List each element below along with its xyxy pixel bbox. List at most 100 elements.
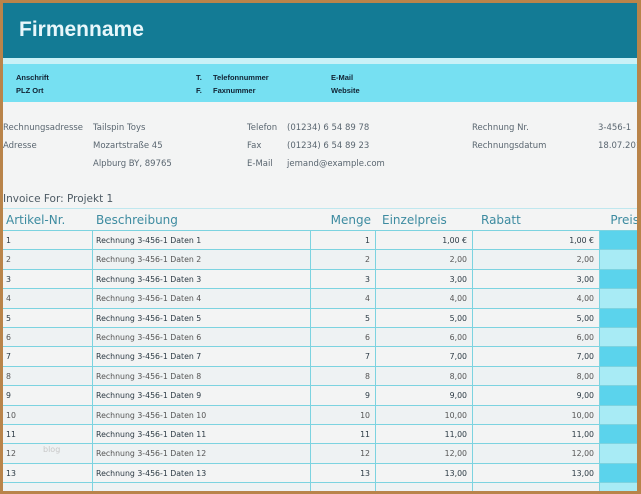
description-cell[interactable]: Rechnung 3-456-1 Daten 8 <box>93 366 311 386</box>
article-cell[interactable]: 7 <box>3 347 93 366</box>
quantity-cell[interactable] <box>311 483 376 491</box>
discount-cell[interactable]: 5,00 <box>473 308 600 327</box>
discount-cell[interactable] <box>473 483 600 491</box>
article-cell[interactable]: 3 <box>3 269 93 289</box>
description-cell[interactable]: Rechnung 3-456-1 Daten 3 <box>93 269 311 289</box>
quantity-cell[interactable]: 6 <box>311 327 376 347</box>
description-cell[interactable]: Rechnung 3-456-1 Daten 5 <box>93 308 311 327</box>
col-header-description[interactable]: Beschreibung <box>93 209 311 230</box>
price-cell[interactable] <box>600 463 637 483</box>
discount-cell[interactable]: 2,00 <box>473 250 600 269</box>
invoice-for[interactable]: Invoice For: Projekt 1 <box>3 193 113 205</box>
unit-price-cell[interactable]: 10,00 <box>376 405 473 424</box>
col-header-quantity[interactable]: Menge <box>311 209 376 230</box>
unit-price-cell[interactable]: 1,00 € <box>376 231 473 250</box>
description-cell[interactable]: Rechnung 3-456-1 Daten 4 <box>93 289 311 308</box>
quantity-cell[interactable]: 5 <box>311 308 376 327</box>
quantity-cell[interactable]: 2 <box>311 250 376 269</box>
customer-city[interactable]: Alpburg BY, 89765 <box>93 159 172 169</box>
unit-price-cell[interactable]: 13,00 <box>376 463 473 483</box>
description-cell[interactable]: Rechnung 3-456-1 Daten 13 <box>93 463 311 483</box>
article-cell[interactable]: 13 <box>3 463 93 483</box>
fax[interactable]: Faxnummer <box>213 86 256 95</box>
unit-price-cell[interactable]: 11,00 <box>376 424 473 444</box>
discount-cell[interactable]: 4,00 <box>473 289 600 308</box>
customer-name[interactable]: Tailspin Toys <box>93 123 145 133</box>
email[interactable]: E-Mail <box>331 73 353 82</box>
quantity-cell[interactable]: 9 <box>311 386 376 405</box>
article-cell[interactable]: 5 <box>3 308 93 327</box>
company-name[interactable]: Firmenname <box>19 18 144 42</box>
description-cell[interactable]: Rechnung 3-456-1 Daten 10 <box>93 405 311 424</box>
article-cell[interactable]: 9 <box>3 386 93 405</box>
col-header-unit-price[interactable]: Einzelpreis <box>376 209 473 230</box>
price-cell[interactable] <box>600 386 637 405</box>
discount-cell[interactable]: 8,00 <box>473 366 600 386</box>
quantity-cell[interactable]: 12 <box>311 444 376 463</box>
discount-cell[interactable]: 3,00 <box>473 269 600 289</box>
discount-cell[interactable]: 6,00 <box>473 327 600 347</box>
unit-price-cell[interactable]: 12,00 <box>376 444 473 463</box>
discount-cell[interactable]: 12,00 <box>473 444 600 463</box>
article-cell[interactable] <box>3 483 93 491</box>
discount-cell[interactable]: 13,00 <box>473 463 600 483</box>
col-header-article[interactable]: Artikel-Nr. <box>3 209 93 230</box>
price-cell[interactable] <box>600 289 637 308</box>
unit-price-cell[interactable]: 8,00 <box>376 366 473 386</box>
quantity-cell[interactable]: 13 <box>311 463 376 483</box>
description-cell[interactable]: Rechnung 3-456-1 Daten 7 <box>93 347 311 366</box>
description-cell[interactable]: Rechnung 3-456-1 Daten 9 <box>93 386 311 405</box>
quantity-cell[interactable]: 1 <box>311 231 376 250</box>
phone[interactable]: Telefonnummer <box>213 73 269 82</box>
article-cell[interactable]: 2 <box>3 250 93 269</box>
price-cell[interactable] <box>600 231 637 250</box>
customer-fax[interactable]: (01234) 6 54 89 23 <box>287 141 369 151</box>
invoice-number[interactable]: 3-456-1 <box>598 123 631 133</box>
customer-phone[interactable]: (01234) 6 54 89 78 <box>287 123 369 133</box>
quantity-cell[interactable]: 8 <box>311 366 376 386</box>
price-cell[interactable] <box>600 327 637 347</box>
article-cell[interactable]: 1 <box>3 231 93 250</box>
article-cell[interactable]: 4 <box>3 289 93 308</box>
discount-cell[interactable]: 10,00 <box>473 405 600 424</box>
unit-price-cell[interactable]: 6,00 <box>376 327 473 347</box>
article-cell[interactable]: 6 <box>3 327 93 347</box>
price-cell[interactable] <box>600 250 637 269</box>
discount-cell[interactable]: 1,00 € <box>473 231 600 250</box>
price-cell[interactable] <box>600 269 637 289</box>
description-cell[interactable]: Rechnung 3-456-1 Daten 2 <box>93 250 311 269</box>
description-cell[interactable]: Rechnung 3-456-1 Daten 12 <box>93 444 311 463</box>
article-cell[interactable]: 11 <box>3 424 93 444</box>
customer-street[interactable]: Mozartstraße 45 <box>93 141 163 151</box>
unit-price-cell[interactable]: 3,00 <box>376 269 473 289</box>
discount-cell[interactable]: 11,00 <box>473 424 600 444</box>
unit-price-cell[interactable]: 2,00 <box>376 250 473 269</box>
discount-cell[interactable]: 9,00 <box>473 386 600 405</box>
description-cell[interactable] <box>93 483 311 491</box>
price-cell[interactable] <box>600 483 637 491</box>
description-cell[interactable]: Rechnung 3-456-1 Daten 1 <box>93 231 311 250</box>
price-cell[interactable] <box>600 347 637 366</box>
price-cell[interactable] <box>600 308 637 327</box>
col-header-price[interactable]: Preis <box>600 209 637 230</box>
price-cell[interactable] <box>600 444 637 463</box>
city[interactable]: PLZ Ort <box>16 86 44 95</box>
quantity-cell[interactable]: 11 <box>311 424 376 444</box>
discount-cell[interactable]: 7,00 <box>473 347 600 366</box>
article-cell[interactable]: 10 <box>3 405 93 424</box>
unit-price-cell[interactable]: 5,00 <box>376 308 473 327</box>
col-header-discount[interactable]: Rabatt <box>473 209 600 230</box>
quantity-cell[interactable]: 4 <box>311 289 376 308</box>
description-cell[interactable]: Rechnung 3-456-1 Daten 11 <box>93 424 311 444</box>
website[interactable]: Website <box>331 86 360 95</box>
description-cell[interactable]: Rechnung 3-456-1 Daten 6 <box>93 327 311 347</box>
price-cell[interactable] <box>600 405 637 424</box>
customer-email[interactable]: jemand@example.com <box>287 159 385 169</box>
unit-price-cell[interactable]: 9,00 <box>376 386 473 405</box>
unit-price-cell[interactable]: 7,00 <box>376 347 473 366</box>
article-cell[interactable]: 8 <box>3 366 93 386</box>
address[interactable]: Anschrift <box>16 73 49 82</box>
unit-price-cell[interactable] <box>376 483 473 491</box>
unit-price-cell[interactable]: 4,00 <box>376 289 473 308</box>
price-cell[interactable] <box>600 366 637 386</box>
